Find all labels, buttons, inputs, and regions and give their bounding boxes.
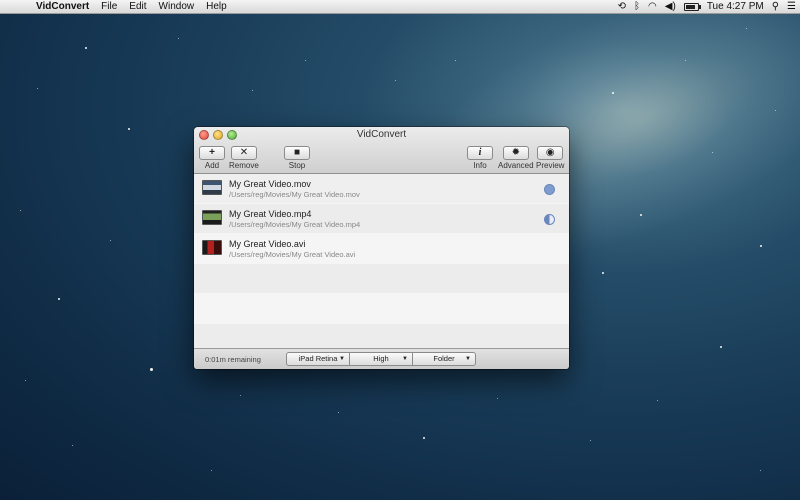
menu-edit[interactable]: Edit — [123, 0, 152, 13]
star — [590, 440, 591, 441]
video-thumbnail — [202, 180, 222, 195]
star — [37, 88, 38, 89]
status-area: ⟲ ᛒ ◠ ◀) Tue 4:27 PM ⚲ ☰ — [618, 0, 796, 13]
menu-help[interactable]: Help — [200, 0, 233, 13]
spotlight-search-icon[interactable]: ⚲ — [772, 0, 779, 13]
stop-button[interactable]: ■ Stop — [284, 146, 310, 171]
star — [760, 470, 761, 471]
wifi-icon[interactable]: ◠ — [648, 0, 657, 13]
star — [110, 240, 111, 241]
star — [455, 60, 456, 61]
star — [338, 412, 339, 413]
window-title: VidConvert — [356, 129, 407, 140]
device-popup[interactable]: iPad Retina ▼ — [286, 352, 350, 366]
advanced-label: Advanced — [498, 161, 534, 170]
list-item[interactable]: My Great Video.avi /Users/reg/Movies/My … — [194, 234, 569, 264]
notification-center-icon[interactable]: ☰ — [787, 0, 796, 13]
star — [602, 272, 604, 274]
time-machine-icon[interactable]: ⟲ — [618, 0, 626, 13]
preview-button[interactable]: ◉ Preview — [536, 146, 564, 171]
file-name: My Great Video.mov — [229, 179, 311, 189]
chevron-down-icon: ▼ — [339, 356, 345, 362]
destination-popup[interactable]: Folder ▼ — [413, 352, 476, 366]
file-path: /Users/reg/Movies/My Great Video.avi — [229, 250, 356, 259]
add-icon: + — [199, 146, 225, 160]
app-menu[interactable]: VidConvert — [30, 0, 95, 13]
star — [58, 298, 60, 300]
info-icon: i — [467, 146, 493, 160]
star — [712, 152, 713, 153]
title-bar: VidConvert + Add ✕ Remove ■ Stop i Info … — [194, 127, 569, 174]
stop-icon: ■ — [284, 146, 310, 160]
star — [20, 210, 21, 211]
star — [685, 60, 686, 61]
menu-bar: VidConvert File Edit Window Help ⟲ ᛒ ◠ ◀… — [0, 0, 800, 14]
star — [746, 28, 747, 29]
star — [178, 38, 179, 39]
stop-label: Stop — [288, 161, 306, 170]
add-label: Add — [204, 161, 220, 170]
star — [720, 346, 722, 348]
info-button[interactable]: i Info — [467, 146, 493, 171]
complete-status-icon — [544, 184, 555, 195]
chevron-down-icon: ▼ — [465, 356, 471, 362]
menu-file[interactable]: File — [95, 0, 123, 13]
empty-row — [194, 264, 569, 294]
list-item[interactable]: My Great Video.mov /Users/reg/Movies/My … — [194, 174, 569, 204]
quality-popup[interactable]: High ▼ — [350, 352, 413, 366]
star — [85, 47, 87, 49]
file-name: My Great Video.mp4 — [229, 209, 312, 219]
star — [760, 245, 762, 247]
star — [497, 398, 498, 399]
add-button[interactable]: + Add — [199, 146, 225, 171]
star — [72, 445, 73, 446]
file-path: /Users/reg/Movies/My Great Video.mov — [229, 190, 360, 199]
star — [25, 380, 26, 381]
remove-icon: ✕ — [230, 146, 257, 160]
time-remaining: 0:01m remaining — [205, 355, 261, 364]
star — [395, 80, 396, 81]
star — [128, 128, 130, 130]
star — [640, 214, 642, 216]
star — [423, 437, 425, 439]
vidconvert-window: VidConvert + Add ✕ Remove ■ Stop i Info … — [194, 127, 569, 369]
menu-window[interactable]: Window — [153, 0, 201, 13]
video-thumbnail — [202, 240, 222, 255]
remove-button[interactable]: ✕ Remove — [229, 146, 259, 171]
battery-icon[interactable] — [683, 2, 701, 11]
star — [305, 60, 306, 61]
video-thumbnail — [202, 210, 222, 225]
star — [211, 470, 212, 471]
info-label: Info — [473, 161, 487, 170]
quality-popup-value: High — [373, 354, 389, 363]
preview-label: Preview — [536, 161, 565, 170]
menu-clock[interactable]: Tue 4:27 PM — [707, 1, 764, 12]
conversion-settings: iPad Retina ▼ High ▼ Folder ▼ — [286, 352, 476, 366]
empty-row — [194, 294, 569, 324]
list-item[interactable]: My Great Video.mp4 /Users/reg/Movies/My … — [194, 204, 569, 234]
remove-label: Remove — [229, 161, 259, 170]
progress-pie-icon — [544, 214, 555, 225]
chevron-down-icon: ▼ — [402, 356, 408, 362]
file-path: /Users/reg/Movies/My Great Video.mp4 — [229, 220, 361, 229]
star — [612, 92, 614, 94]
file-list[interactable]: My Great Video.mov /Users/reg/Movies/My … — [194, 174, 569, 354]
star — [657, 400, 658, 401]
gear-icon: ✹ — [502, 146, 529, 160]
star — [150, 368, 153, 371]
eye-icon: ◉ — [537, 146, 564, 160]
bottom-bar: 0:01m remaining iPad Retina ▼ High ▼ Fol… — [194, 348, 569, 369]
volume-icon[interactable]: ◀) — [665, 0, 676, 13]
bluetooth-icon[interactable]: ᛒ — [634, 0, 640, 13]
destination-popup-value: Folder — [433, 354, 455, 363]
advanced-button[interactable]: ✹ Advanced — [498, 146, 534, 171]
device-popup-value: iPad Retina — [298, 354, 338, 363]
star — [240, 395, 241, 396]
file-name: My Great Video.avi — [229, 239, 306, 249]
star — [775, 110, 776, 111]
star — [252, 90, 253, 91]
